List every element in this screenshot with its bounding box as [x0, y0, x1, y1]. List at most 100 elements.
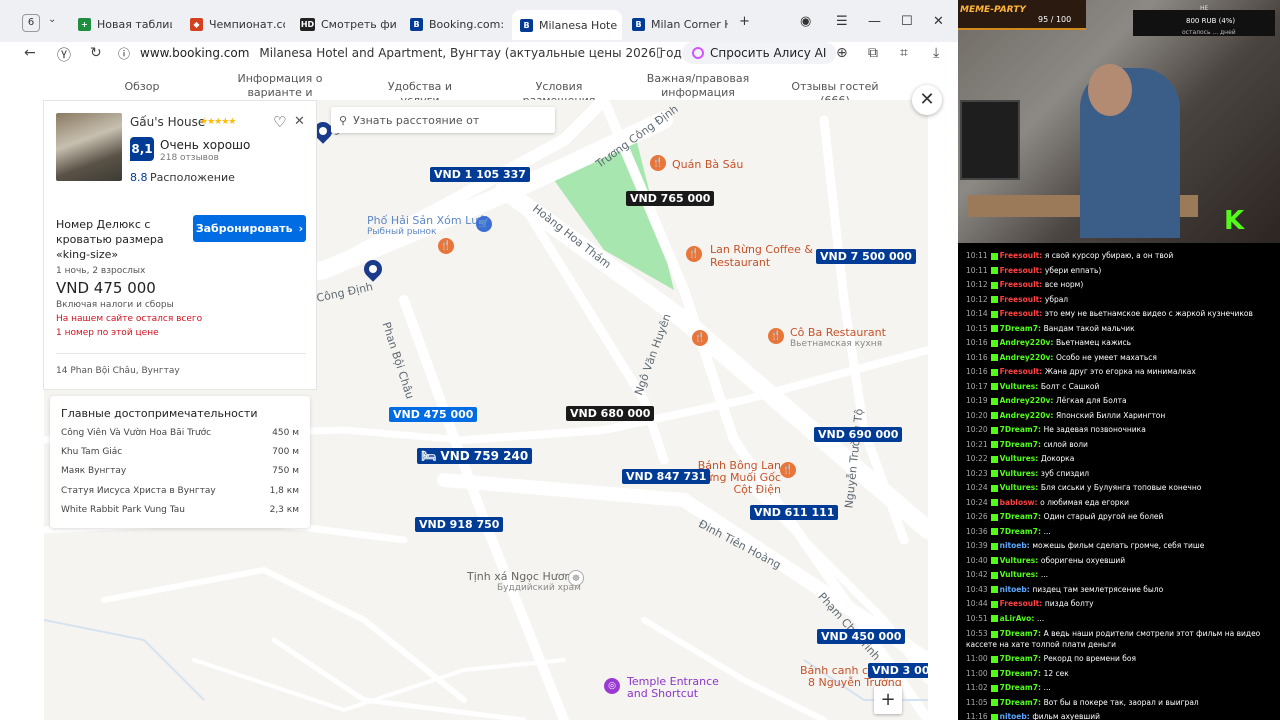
- download-icon[interactable]: ⤓: [933, 45, 939, 61]
- chat-username[interactable]: nitoeb:: [1000, 585, 1033, 594]
- chat-username[interactable]: Andrey220v:: [1000, 353, 1056, 362]
- tab-watch-film[interactable]: HD Смотреть фильм: [300, 12, 396, 36]
- chat-username[interactable]: 7Dream7:: [1000, 440, 1044, 449]
- restaurant-icon[interactable]: 🍴: [692, 330, 708, 346]
- screenshot-icon[interactable]: ⌗: [900, 45, 908, 61]
- poi-fish-market[interactable]: Phố Hải Sản Xóm Lưới Рыбный рынок: [367, 214, 488, 237]
- poi-lan-rung[interactable]: Lan Rừng Coffee & Restaurant: [710, 243, 820, 269]
- chat-username[interactable]: 7Dream7:: [1000, 683, 1044, 692]
- chat-username[interactable]: 7Dream7:: [1000, 629, 1044, 638]
- extensions-icon[interactable]: ⧉: [868, 45, 878, 61]
- chat-username[interactable]: Freesoult:: [1000, 266, 1045, 275]
- chat-username[interactable]: 7Dream7:: [1000, 654, 1044, 663]
- price-marker[interactable]: VND 611 111: [750, 505, 839, 520]
- price-marker[interactable]: VND 3 000 000: [868, 663, 928, 678]
- price-marker[interactable]: VND 7 500 000: [816, 249, 916, 264]
- chat-username[interactable]: Vultures:: [1000, 454, 1041, 463]
- poi-co-ba[interactable]: Cô Ba Restaurant Вьетнамская кухня: [790, 326, 886, 349]
- chat-username[interactable]: 7Dream7:: [1000, 324, 1044, 333]
- search-icon: ⚲: [339, 113, 348, 127]
- chat-username[interactable]: bablosw:: [1000, 498, 1041, 507]
- restaurant-icon[interactable]: 🍴: [768, 328, 784, 344]
- hotel-card[interactable]: Gấu's House ★★★★★ ♡ ✕ 8,1 Очень хорошо 2…: [43, 100, 317, 390]
- tab-championat[interactable]: ◆ Чемпионат.com: [190, 12, 285, 36]
- url-field[interactable]: ⓘ www.booking.com Milanesa Hotel and Apa…: [118, 42, 693, 64]
- close-window-button[interactable]: ✕: [933, 14, 944, 29]
- chat-username[interactable]: 7Dream7:: [1000, 698, 1044, 707]
- tab-new-table[interactable]: + Новая таблица -: [78, 12, 172, 36]
- yandex-icon[interactable]: Ⓨ: [57, 45, 71, 65]
- chat-username[interactable]: Freesoult:: [1000, 295, 1045, 304]
- tab-booking[interactable]: B Booking.com:: [410, 12, 506, 36]
- chat-username[interactable]: Andrey220v:: [1000, 411, 1056, 420]
- collections-icon[interactable]: ☰: [836, 14, 848, 29]
- price-marker[interactable]: VND 1 105 337: [430, 167, 530, 182]
- chat-username[interactable]: Vultures:: [1000, 382, 1041, 391]
- new-tab-button[interactable]: +: [739, 14, 750, 29]
- market-icon[interactable]: 🛒: [476, 216, 492, 232]
- reload-icon[interactable]: ↻: [90, 45, 102, 61]
- back-icon[interactable]: ←: [24, 45, 36, 61]
- chat-username[interactable]: 7Dream7:: [1000, 425, 1044, 434]
- close-map-button[interactable]: ✕: [912, 85, 942, 115]
- price-marker[interactable]: VND 765 000: [626, 191, 715, 206]
- chat-username[interactable]: Freesoult:: [1000, 280, 1045, 289]
- chat-username[interactable]: Vultures:: [1000, 556, 1041, 565]
- chat-username[interactable]: nitoeb:: [1000, 541, 1033, 550]
- tab-milanesa-hotel[interactable]: B Milanesa Hote ✕: [512, 10, 622, 40]
- site-info-icon[interactable]: ⓘ: [118, 45, 130, 62]
- poi-temple-entrance[interactable]: Temple Entrance and Shortcut: [627, 676, 727, 700]
- chat-username[interactable]: Freesoult:: [1000, 251, 1045, 260]
- profile-icon[interactable]: ◉: [800, 14, 811, 29]
- chat-username[interactable]: Andrey220v:: [1000, 396, 1056, 405]
- maximize-button[interactable]: ☐: [901, 14, 913, 29]
- bookmark-icon[interactable]: ▯: [656, 45, 663, 60]
- globe-icon[interactable]: ⊕: [836, 45, 848, 61]
- chat-username[interactable]: Vultures:: [1000, 570, 1041, 579]
- restaurant-icon[interactable]: 🍴: [650, 155, 666, 171]
- ask-alice-button[interactable]: Спросить Алису AI: [682, 42, 837, 64]
- restaurant-icon[interactable]: 🍴: [780, 462, 796, 478]
- poi-tinh-xa[interactable]: Tịnh xá Ngọc Hương Буддийский храм: [467, 570, 581, 593]
- camera-icon[interactable]: ◎: [604, 678, 620, 694]
- chevron-down-icon[interactable]: ⌄: [48, 14, 56, 25]
- price-marker[interactable]: VND 690 000: [814, 427, 903, 442]
- hotel-photo[interactable]: [56, 113, 122, 181]
- tab-count-button[interactable]: 6: [22, 14, 40, 32]
- chevron-right-icon: ›: [298, 222, 304, 235]
- book-button[interactable]: Забронировать ›: [193, 215, 306, 242]
- chat-username[interactable]: aLirAvo:: [1000, 614, 1037, 623]
- nav-legal-info[interactable]: Важная/правовая информация: [640, 72, 756, 100]
- chat-username[interactable]: Vultures:: [1000, 469, 1041, 478]
- price-marker[interactable]: VND 918 750: [415, 517, 504, 532]
- room-name: Номер Делюкс с кроватью размера «king-si…: [56, 218, 164, 261]
- poi-quan-ba-sau[interactable]: Quán Bà Sáu: [672, 158, 743, 171]
- chat-username[interactable]: nitoeb:: [1000, 712, 1033, 720]
- price-marker[interactable]: VND 680 000: [566, 406, 655, 421]
- hotel-name[interactable]: Gấu's House: [130, 115, 205, 129]
- restaurant-icon[interactable]: 🍴: [438, 238, 454, 254]
- distance-search-input[interactable]: ⚲ Узнать расстояние от: [331, 107, 555, 133]
- selected-price-marker[interactable]: VND 475 000: [389, 407, 478, 422]
- tab-milan-corner[interactable]: B Milan Corner Hot: [632, 12, 728, 36]
- temple-icon[interactable]: ☸: [568, 570, 584, 586]
- chat-username[interactable]: Vultures:: [1000, 483, 1041, 492]
- chat-username[interactable]: Andrey220v:: [1000, 338, 1056, 347]
- close-icon[interactable]: ✕: [294, 114, 305, 129]
- heart-icon[interactable]: ♡: [273, 113, 286, 131]
- restaurant-icon[interactable]: 🍴: [686, 246, 702, 262]
- chat-username[interactable]: 7Dream7:: [1000, 527, 1044, 536]
- chat-username[interactable]: Freesoult:: [1000, 367, 1045, 376]
- chat-username[interactable]: 7Dream7:: [1000, 512, 1044, 521]
- price-marker[interactable]: VND 847 731: [622, 469, 711, 484]
- price-marker[interactable]: VND 450 000: [817, 629, 906, 644]
- chat-username[interactable]: Freesoult:: [1000, 309, 1045, 318]
- minimize-button[interactable]: —: [868, 14, 881, 29]
- webcam-monitor: [960, 100, 1020, 180]
- chat-username[interactable]: 7Dream7:: [1000, 669, 1044, 678]
- zoom-in-button[interactable]: +: [874, 686, 902, 714]
- chat-text: Вьетнамец кажись: [1055, 338, 1132, 347]
- price-marker-with-bed[interactable]: 🛏 VND 759 240: [417, 448, 533, 464]
- nav-overview[interactable]: Обзор: [122, 80, 162, 94]
- chat-username[interactable]: Freesoult:: [1000, 599, 1045, 608]
